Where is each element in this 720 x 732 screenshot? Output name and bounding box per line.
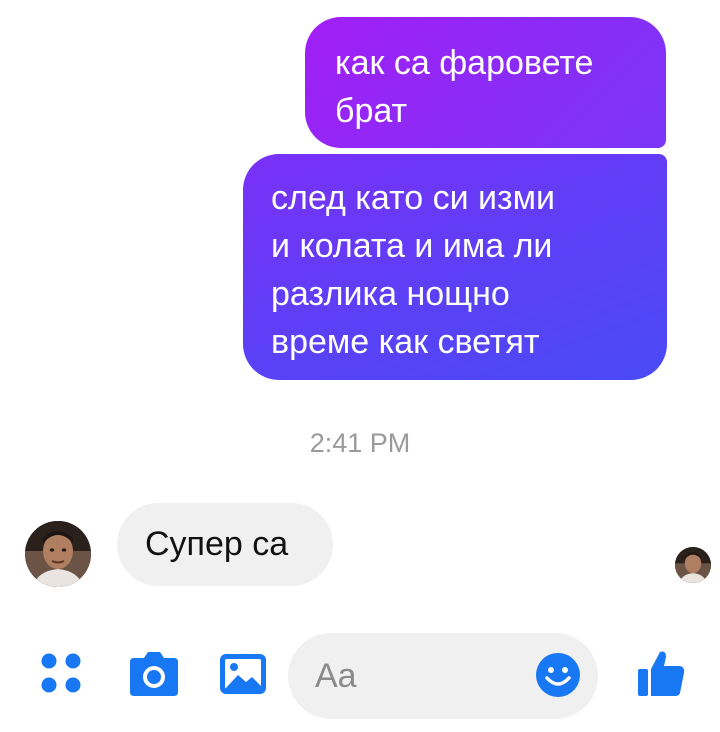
incoming-message-bubble[interactable]: Супер са	[117, 503, 333, 586]
image-icon[interactable]	[218, 650, 268, 698]
outgoing-message-bubble[interactable]: как са фаровете брат	[305, 17, 666, 148]
seen-receipt-avatar	[675, 547, 711, 583]
message-timestamp: 2:41 PM	[309, 428, 411, 458]
smiley-icon[interactable]	[535, 652, 581, 698]
camera-icon[interactable]	[128, 650, 180, 698]
four-dots-icon[interactable]	[40, 652, 84, 696]
message-input-placeholder: Aa	[315, 657, 357, 695]
contact-avatar[interactable]	[25, 521, 91, 587]
thumbs-up-icon[interactable]	[636, 648, 686, 698]
outgoing-message-bubble[interactable]: след като си изми и колата и има ли разл…	[243, 154, 667, 380]
